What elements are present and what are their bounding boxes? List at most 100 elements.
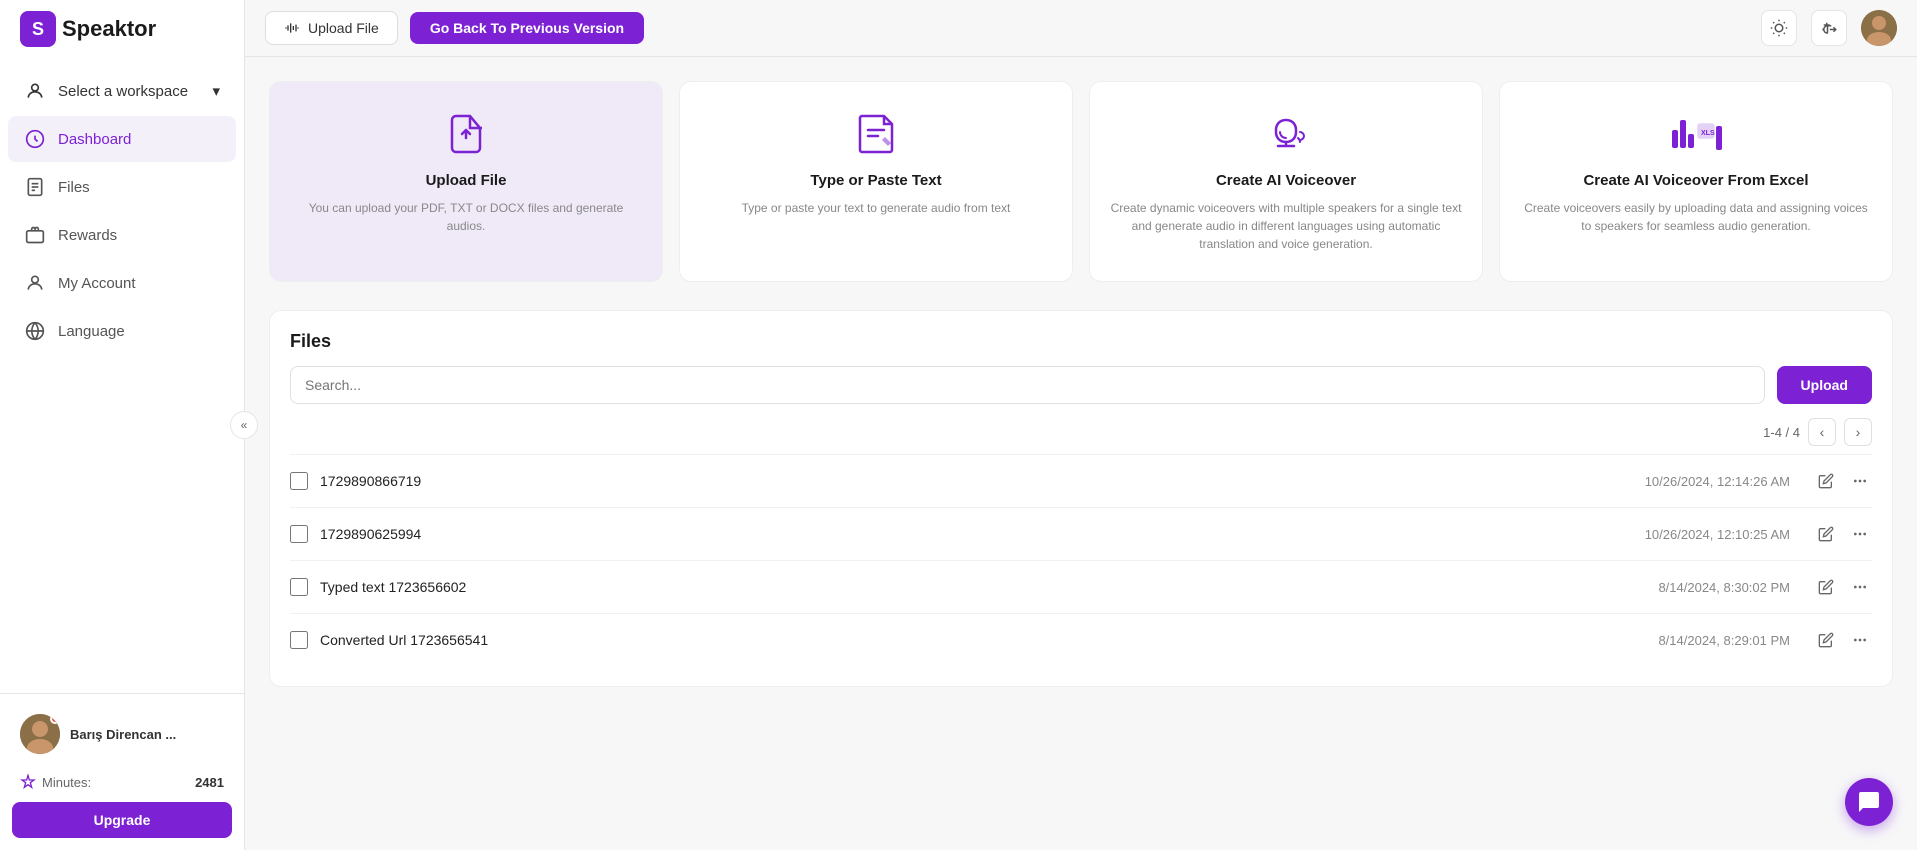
sparkle-icon (20, 774, 36, 790)
language-toggle-button[interactable] (1811, 10, 1847, 46)
card-desc: Type or paste your text to generate audi… (742, 199, 1011, 217)
upgrade-button[interactable]: Upgrade (12, 802, 232, 838)
topbar: Upload File Go Back To Previous Version (245, 0, 1917, 57)
type-paste-svg (852, 110, 900, 158)
file-date: 8/14/2024, 8:29:01 PM (1590, 633, 1790, 648)
file-name: 1729890866719 (320, 473, 1578, 489)
user-avatar-button[interactable] (1861, 10, 1897, 46)
sidebar-item-label: My Account (58, 275, 136, 292)
minutes-row: Minutes: 2481 (12, 770, 232, 794)
more-options-button[interactable] (1848, 522, 1872, 546)
file-date: 8/14/2024, 8:30:02 PM (1590, 580, 1790, 595)
more-options-button[interactable] (1848, 575, 1872, 599)
collapse-sidebar-button[interactable]: « (230, 411, 258, 439)
file-rows-container: 1729890866719 10/26/2024, 12:14:26 AM 17… (290, 454, 1872, 666)
sidebar-item-my-account[interactable]: My Account (8, 260, 236, 306)
search-upload-row: Upload (290, 366, 1872, 404)
pagination-label: 1-4 / 4 (1763, 425, 1800, 440)
sidebar-item-label: Dashboard (58, 131, 131, 148)
sidebar: S Speaktor Select a workspace ▾ (0, 0, 245, 850)
file-checkbox[interactable] (290, 472, 308, 490)
edit-file-button[interactable] (1814, 575, 1838, 599)
card-desc: You can upload your PDF, TXT or DOCX fil… (290, 199, 642, 235)
next-page-button[interactable]: › (1844, 418, 1872, 446)
search-input[interactable] (290, 366, 1765, 404)
sidebar-item-workspace[interactable]: Select a workspace ▾ (8, 68, 236, 114)
upload-file-svg (442, 110, 490, 158)
table-row: 1729890866719 10/26/2024, 12:14:26 AM (290, 454, 1872, 507)
more-icon (1852, 473, 1868, 489)
prev-page-button[interactable]: ‹ (1808, 418, 1836, 446)
more-options-button[interactable] (1848, 469, 1872, 493)
card-upload-file[interactable]: Upload File You can upload your PDF, TXT… (269, 81, 663, 282)
sidebar-item-dashboard[interactable]: Dashboard (8, 116, 236, 162)
file-date: 10/26/2024, 12:14:26 AM (1590, 474, 1790, 489)
file-checkbox[interactable] (290, 525, 308, 543)
minutes-label: Minutes: (20, 774, 91, 790)
user-name: Barış Direncan ... (70, 727, 176, 742)
card-ai-voiceover[interactable]: Create AI Voiceover Create dynamic voice… (1089, 81, 1483, 282)
sidebar-bottom: Barış Direncan ... Minutes: 2481 Upgrade (0, 693, 244, 850)
logo-link[interactable]: S Speaktor (20, 11, 156, 47)
upload-file-card-icon (442, 110, 490, 158)
topbar-left: Upload File Go Back To Previous Version (265, 11, 644, 45)
edit-file-button[interactable] (1814, 522, 1838, 546)
edit-icon (1818, 526, 1834, 542)
file-date: 10/26/2024, 12:10:25 AM (1590, 527, 1790, 542)
sidebar-item-language[interactable]: Language (8, 308, 236, 354)
type-paste-card-icon (852, 110, 900, 158)
chevron-down-icon: ▾ (212, 82, 220, 100)
edit-file-button[interactable] (1814, 628, 1838, 652)
topbar-right (1761, 10, 1897, 46)
rewards-icon (24, 224, 46, 246)
notification-dot (50, 714, 60, 724)
sidebar-nav: Select a workspace ▾ Dashboard (0, 58, 244, 693)
card-desc: Create dynamic voiceovers with multiple … (1110, 199, 1462, 253)
edit-icon (1818, 579, 1834, 595)
main-content: Upload File Go Back To Previous Version (245, 0, 1917, 850)
ai-voiceover-card-icon (1262, 110, 1310, 158)
pagination-row: 1-4 / 4 ‹ › (290, 418, 1872, 446)
dashboard-icon (24, 128, 46, 150)
sidebar-item-rewards[interactable]: Rewards (8, 212, 236, 258)
more-icon (1852, 526, 1868, 542)
more-options-button[interactable] (1848, 628, 1872, 652)
files-upload-button[interactable]: Upload (1777, 366, 1872, 404)
card-ai-voiceover-excel[interactable]: XLS Create AI Voiceover From Excel Creat… (1499, 81, 1893, 282)
go-back-button[interactable]: Go Back To Previous Version (410, 12, 644, 44)
workspace-left: Select a workspace (24, 80, 188, 102)
more-icon (1852, 579, 1868, 595)
card-desc: Create voiceovers easily by uploading da… (1520, 199, 1872, 235)
file-checkbox[interactable] (290, 578, 308, 596)
file-name: 1729890625994 (320, 526, 1578, 542)
translate-icon (1820, 19, 1838, 37)
waveform-icon (284, 20, 300, 36)
table-row: 1729890625994 10/26/2024, 12:10:25 AM (290, 507, 1872, 560)
upload-file-label: Upload File (308, 20, 379, 36)
chat-bubble-button[interactable] (1845, 778, 1893, 826)
sidebar-item-label: Rewards (58, 227, 117, 244)
logo-icon: S (20, 11, 56, 47)
my-account-icon (24, 272, 46, 294)
upload-file-button[interactable]: Upload File (265, 11, 398, 45)
sidebar-item-files[interactable]: Files (8, 164, 236, 210)
ai-voiceover-excel-svg: XLS (1668, 110, 1724, 158)
card-type-paste[interactable]: Type or Paste Text Type or paste your te… (679, 81, 1073, 282)
theme-toggle-button[interactable] (1761, 10, 1797, 46)
sidebar-item-label: Files (58, 179, 90, 196)
chat-icon (1857, 790, 1881, 814)
sidebar-item-label: Language (58, 323, 125, 340)
logo-text: Speaktor (62, 16, 156, 42)
avatar (20, 714, 60, 754)
table-row: Converted Url 1723656541 8/14/2024, 8:29… (290, 613, 1872, 666)
file-actions (1814, 575, 1872, 599)
card-title: Type or Paste Text (810, 172, 941, 189)
file-actions (1814, 628, 1872, 652)
edit-file-button[interactable] (1814, 469, 1838, 493)
file-actions (1814, 469, 1872, 493)
files-section: Files Upload 1-4 / 4 ‹ › 1729890866719 1… (269, 310, 1893, 687)
logo-area: S Speaktor (0, 0, 244, 58)
files-icon (24, 176, 46, 198)
file-name: Typed text 1723656602 (320, 579, 1578, 595)
file-checkbox[interactable] (290, 631, 308, 649)
